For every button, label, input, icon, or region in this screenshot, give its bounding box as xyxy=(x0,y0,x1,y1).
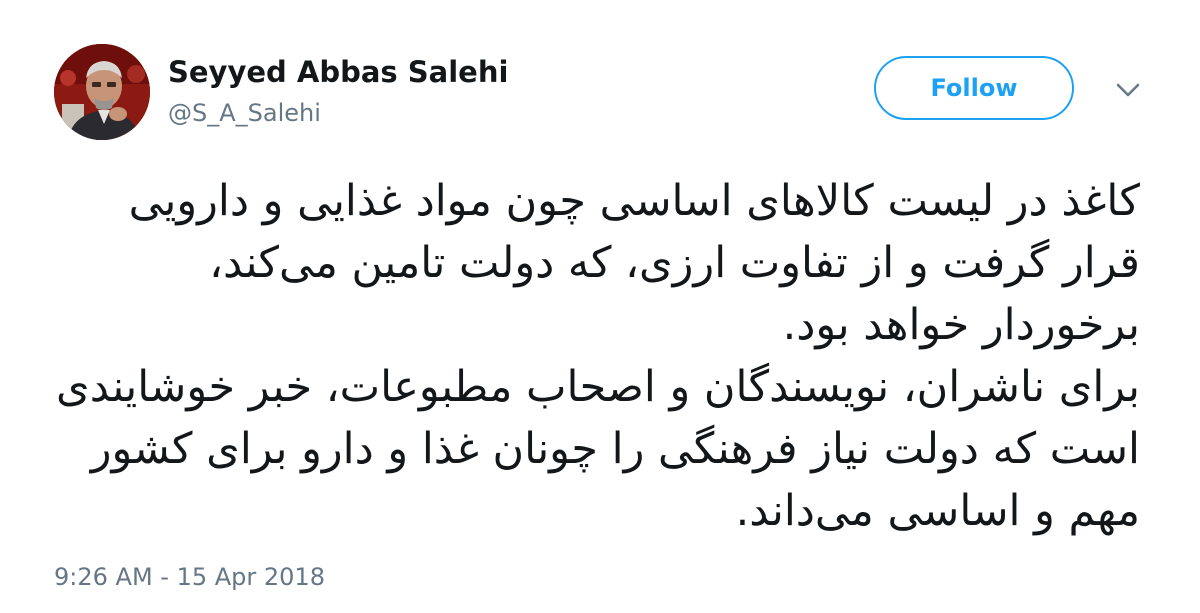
tweet-timestamp[interactable]: 9:26 AM - 15 Apr 2018 xyxy=(54,562,325,592)
tweet-text: کاغذ در لیست کالاهای اساسی چون مواد غذای… xyxy=(40,170,1140,542)
chevron-down-icon xyxy=(1116,83,1140,97)
user-handle[interactable]: @S_A_Salehi xyxy=(168,98,321,128)
tweet-paragraph: کاغذ در لیست کالاهای اساسی چون مواد غذای… xyxy=(128,176,1140,350)
display-name[interactable]: Seyyed Abbas Salehi xyxy=(168,54,508,90)
follow-button[interactable]: Follow xyxy=(874,56,1074,120)
tweet-paragraph: برای ناشران، نویسندگان و اصحاب مطبوعات، … xyxy=(56,362,1140,536)
avatar[interactable] xyxy=(54,44,150,140)
avatar-photo-icon xyxy=(54,44,150,140)
more-options-button[interactable] xyxy=(1114,78,1142,102)
tweet-card: Seyyed Abbas Salehi @S_A_Salehi Follow ک… xyxy=(0,0,1200,613)
